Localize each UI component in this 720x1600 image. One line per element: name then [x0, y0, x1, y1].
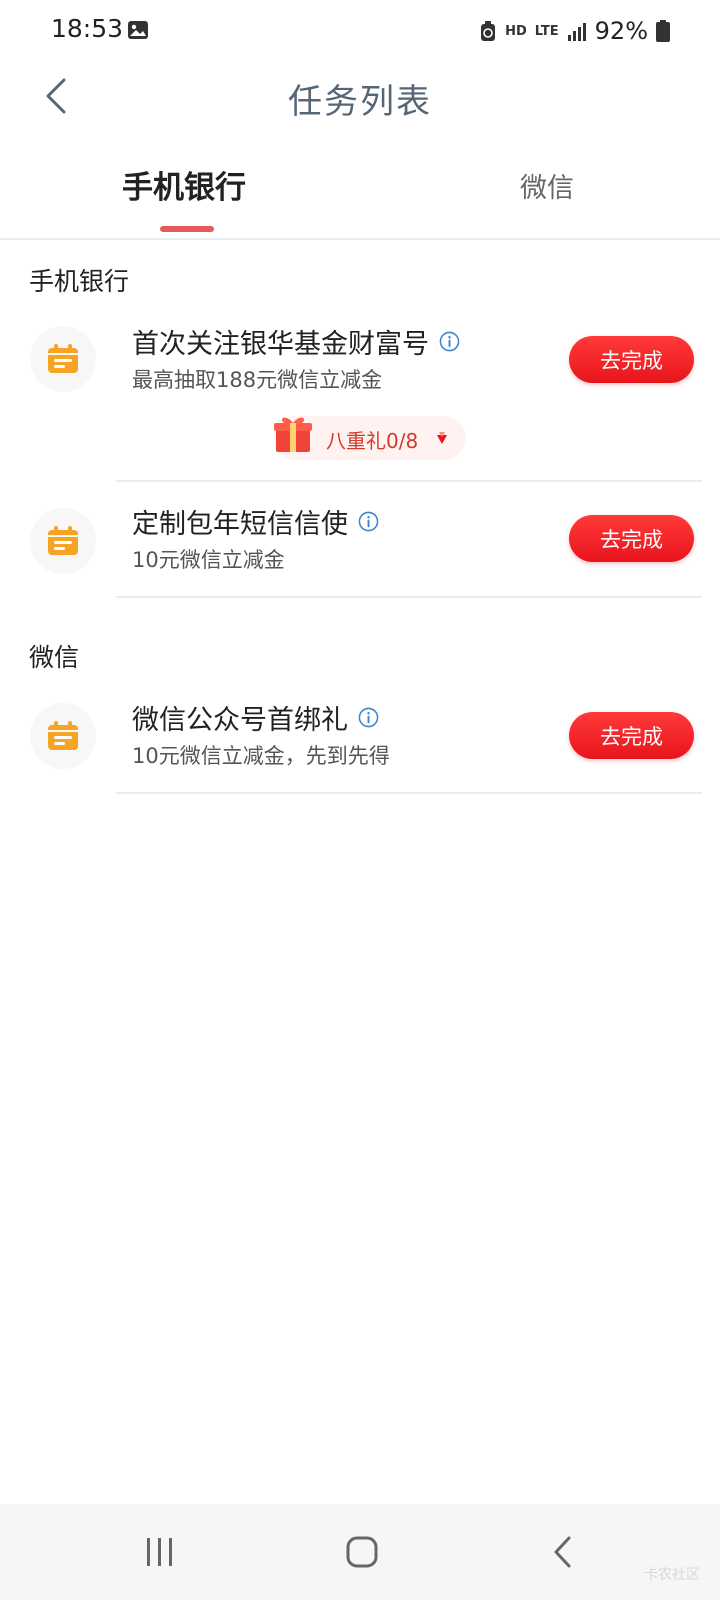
recent-apps-button[interactable]: [130, 1528, 190, 1576]
calendar-icon: [48, 344, 78, 373]
system-back-button[interactable]: [534, 1528, 594, 1576]
signal-icon: [567, 23, 586, 41]
section-title-wechat: 微信: [29, 643, 80, 672]
status-indicators: HD LTE 92%: [471, 14, 670, 48]
task-title-text: 首次关注银华基金财富号: [132, 329, 429, 360]
task-subtitle: 最高抽取188元微信立减金: [132, 368, 383, 392]
task-title: 定制包年短信信使: [132, 502, 379, 541]
header: 任务列表: [0, 64, 720, 130]
task-title: 首次关注银华基金财富号: [132, 322, 460, 361]
calendar-icon: [48, 526, 78, 555]
chevron-down-icon: [437, 432, 447, 444]
task-title: 微信公众号首绑礼: [132, 698, 379, 737]
gift-box-icon: [274, 417, 312, 452]
status-bar: 18:53 HD LTE 92%: [0, 0, 720, 64]
task-calendar-icon: [30, 703, 96, 769]
task-calendar-icon: [30, 326, 96, 392]
battery-icon: [656, 20, 670, 42]
divider: [116, 596, 702, 598]
task-subtitle: 10元微信立减金: [132, 548, 285, 572]
hd-label: HD: [505, 23, 527, 39]
recent-apps-icon: [147, 1538, 172, 1566]
section-title-bank: 手机银行: [29, 267, 130, 296]
task-title-text: 定制包年短信信使: [132, 509, 348, 540]
screen: 18:53 HD LTE 92% 任务列表 手机银行 微信 手机银行 首次关注银…: [0, 0, 720, 1600]
gift-progress-pill[interactable]: 八重礼0/8: [274, 416, 466, 460]
task-calendar-icon: [30, 508, 96, 574]
task-subtitle: 10元微信立减金，先到先得: [132, 744, 390, 768]
calendar-icon: [48, 721, 78, 750]
back-arrow-icon: [554, 1536, 571, 1568]
info-icon[interactable]: [358, 707, 379, 728]
complete-task-button[interactable]: 去完成: [569, 712, 694, 759]
home-icon: [346, 1536, 378, 1568]
lte-label: LTE: [534, 23, 559, 39]
recycle-lock-icon: [481, 21, 496, 41]
gallery-icon: [128, 21, 148, 39]
home-button[interactable]: [332, 1528, 392, 1576]
complete-task-button[interactable]: 去完成: [569, 336, 694, 383]
task-title-text: 微信公众号首绑礼: [132, 705, 348, 736]
gift-progress-label: 八重礼0/8: [326, 429, 419, 453]
divider: [116, 792, 702, 794]
page-title: 任务列表: [288, 82, 432, 122]
divider: [116, 480, 702, 482]
battery-percent: 92%: [594, 17, 648, 45]
tab-bar: 手机银行 微信: [0, 150, 720, 240]
tab-mobile-banking[interactable]: 手机银行: [122, 162, 246, 207]
status-time: 18:53: [51, 14, 124, 43]
info-icon[interactable]: [439, 331, 460, 352]
watermark: 卡农社区: [644, 1567, 700, 1583]
tab-indicator: [160, 226, 214, 232]
system-nav-bar: 卡农社区: [0, 1504, 720, 1600]
complete-task-button[interactable]: 去完成: [569, 515, 694, 562]
info-icon[interactable]: [358, 511, 379, 532]
tab-wechat[interactable]: 微信: [520, 166, 574, 205]
